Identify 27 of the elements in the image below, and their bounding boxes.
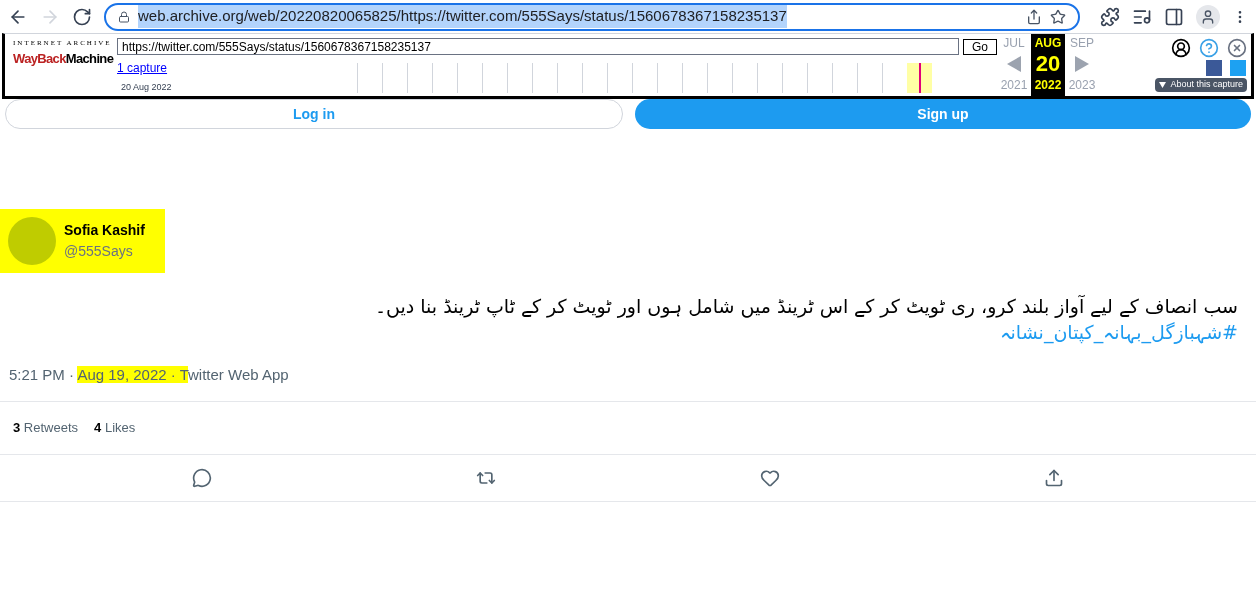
share-icon[interactable] xyxy=(1044,468,1064,488)
tweet-text: سب انصاف کے لیے آواز بلند کرو، ری ٹویٹ کر کے اس ٹرینڈ میں شامل ہوں اور ٹویٹ کر کے ٹاپ ٹرینڈ بنا دیں۔ xyxy=(375,294,1238,319)
like-icon[interactable] xyxy=(760,468,780,488)
stat-count[interactable]: 3 Retweets xyxy=(13,418,79,438)
reload-icon[interactable] xyxy=(72,6,92,27)
stat-count[interactable]: 4 Likes xyxy=(94,418,136,438)
captures-link[interactable]: 1 capture xyxy=(117,59,357,77)
author-handle: @555Says xyxy=(64,242,134,261)
reply-icon[interactable] xyxy=(192,468,212,488)
author-name[interactable]: Sofia Kashif xyxy=(64,220,145,241)
share-icon[interactable] xyxy=(1026,8,1042,25)
address-bar[interactable]: web.archive.org/web/20220820065825/https://twitter.com/555Says/status/1560678367158235137 xyxy=(104,2,1080,31)
go-button[interactable]: Go xyxy=(963,38,997,55)
wayback-url-field[interactable]: https://twitter.com/555Says/status/1560678367158235137 xyxy=(117,38,959,55)
side-panel-icon[interactable] xyxy=(1164,6,1184,27)
caret-icon xyxy=(1159,81,1167,88)
account-icon[interactable] xyxy=(1171,38,1191,58)
url-text: web.archive.org/web/20220820065825/https://twitter.com/555Says/status/1560678367158235137 xyxy=(138,5,787,28)
profile-icon[interactable] xyxy=(1196,4,1220,29)
bookmark-star-icon[interactable] xyxy=(1050,8,1066,25)
about-capture-button[interactable]: About this capture xyxy=(1155,78,1247,92)
close-icon[interactable] xyxy=(1227,38,1247,58)
lock-icon xyxy=(118,10,130,23)
extensions-icon[interactable] xyxy=(1100,6,1120,27)
capture-date: 20 Aug 2022 xyxy=(121,81,173,94)
help-icon[interactable] xyxy=(1199,38,1219,58)
month-column[interactable]: AUG 20 2022 xyxy=(1031,34,1065,96)
